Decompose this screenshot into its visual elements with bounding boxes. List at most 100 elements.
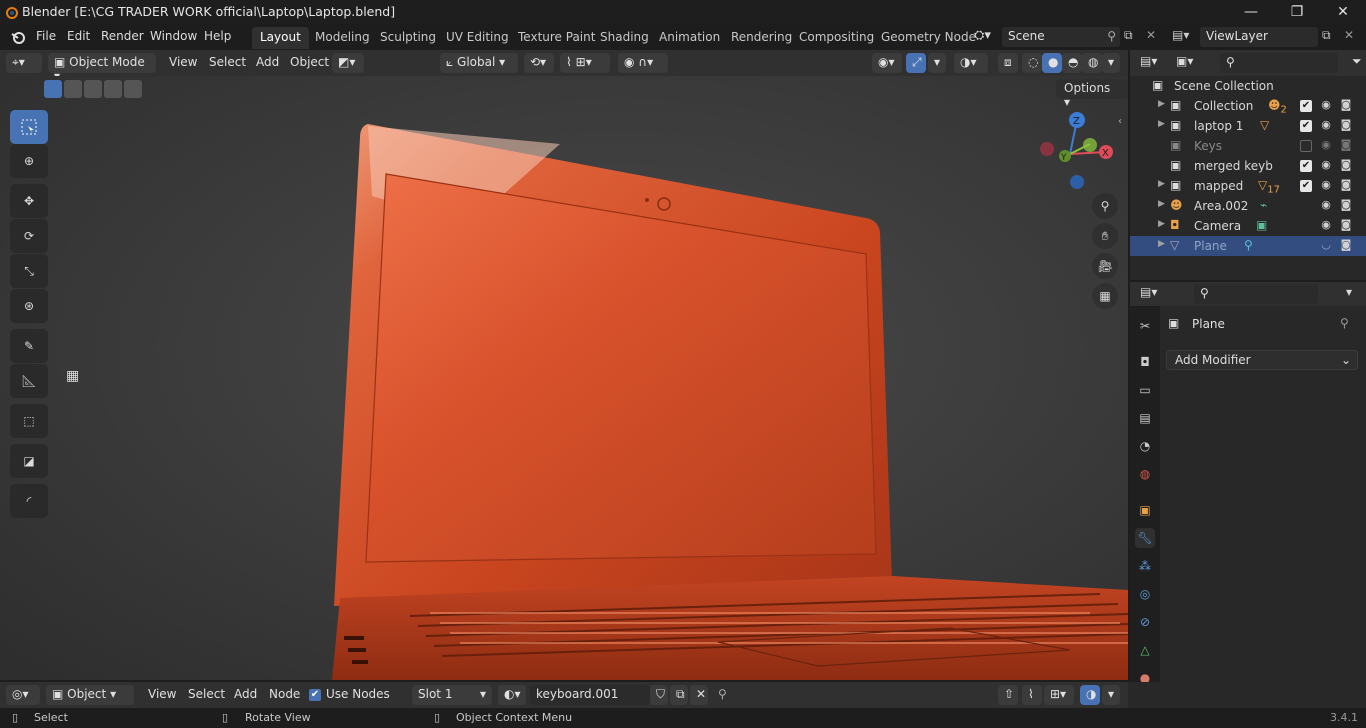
material-browse-icon[interactable]: ◐▾: [498, 685, 526, 705]
expand-arrow-icon[interactable]: ▶: [1158, 99, 1165, 109]
new-scene-icon[interactable]: ⧉: [1124, 28, 1133, 43]
select-extend-icon[interactable]: [64, 80, 82, 98]
fake-user-icon[interactable]: ⛉: [650, 685, 668, 705]
object-tab-icon[interactable]: ▣: [1135, 500, 1155, 520]
menu-render[interactable]: Render: [101, 29, 144, 43]
gizmo-dropdown-icon[interactable]: ▾: [928, 53, 946, 73]
render-camera-icon[interactable]: ◙: [1338, 238, 1354, 254]
pan-hand-icon[interactable]: ✋︎: [1092, 223, 1118, 249]
shader-editor-type-icon[interactable]: ◎▾: [6, 685, 40, 705]
viewport-menu-object[interactable]: Object: [290, 55, 329, 69]
perspective-grid-icon[interactable]: ▦: [1092, 283, 1118, 309]
eye-icon[interactable]: ◉: [1318, 198, 1334, 214]
outliner-row-laptop[interactable]: ▶ ▣ laptop 1 ▽ ✔ ◉ ◙: [1130, 116, 1366, 136]
navigation-gizmo[interactable]: Z X Y: [1032, 108, 1120, 194]
parent-node-icon[interactable]: ⇧: [998, 685, 1018, 705]
eye-icon[interactable]: ◉: [1318, 138, 1334, 154]
render-camera-icon[interactable]: ◙: [1338, 98, 1354, 114]
shader-menu-select[interactable]: Select: [188, 687, 225, 701]
snap-node-icon[interactable]: ⌇: [1022, 685, 1042, 705]
expand-arrow-icon[interactable]: ▶: [1158, 199, 1165, 209]
outliner-row-keys[interactable]: ▣ Keys ◉ ◙: [1130, 136, 1366, 156]
select-new-icon[interactable]: [44, 80, 62, 98]
curve-tool[interactable]: ◜: [10, 484, 48, 518]
pin-icon[interactable]: ⚲: [1340, 316, 1349, 330]
outliner-row-mapped[interactable]: ▶ ▣ mapped ▽17 ✔ ◉ ◙: [1130, 176, 1366, 196]
render-camera-icon[interactable]: ◙: [1338, 218, 1354, 234]
proportional-edit-icon[interactable]: ◉ ∩▾: [618, 53, 668, 73]
tab-animation[interactable]: Animation: [651, 27, 728, 49]
tab-layout[interactable]: Layout: [252, 27, 309, 49]
outliner-row-camera[interactable]: ▶ ◘ Camera ▣ ◉ ◙: [1130, 216, 1366, 236]
viewport-menu-select[interactable]: Select: [209, 55, 246, 69]
transform-tool[interactable]: ⊛: [10, 289, 48, 323]
physics-tab-icon[interactable]: ◎: [1135, 584, 1155, 604]
scene-tab-icon[interactable]: ◔: [1135, 436, 1155, 456]
render-camera-icon[interactable]: ◙: [1338, 138, 1354, 154]
menu-file[interactable]: File: [36, 29, 56, 43]
transform-pivot-icon[interactable]: ◩▾: [332, 53, 364, 73]
material-shading-icon[interactable]: ◓: [1062, 53, 1082, 73]
outliner-row-merged-keyb[interactable]: ▣ merged keyb ✔ ◉ ◙: [1130, 156, 1366, 176]
zoom-icon[interactable]: ⚲: [1092, 193, 1118, 219]
expand-arrow-icon[interactable]: ▶: [1158, 219, 1165, 229]
pin-icon[interactable]: ⚲: [1107, 29, 1116, 43]
select-intersect-icon[interactable]: [124, 80, 142, 98]
shader-menu-node[interactable]: Node: [269, 687, 300, 701]
rendered-shading-icon[interactable]: ◍: [1082, 53, 1102, 73]
options-button[interactable]: Options ▾: [1056, 79, 1128, 109]
add-cube-tool[interactable]: ⬚: [10, 404, 48, 438]
tool-tab-icon[interactable]: ✂: [1135, 316, 1155, 336]
exclude-checkbox[interactable]: ✔: [1300, 100, 1312, 112]
shader-type-dropdown[interactable]: ▣ Object ▾: [46, 685, 134, 705]
outliner-row-scene-collection[interactable]: ▣ Scene Collection: [1130, 76, 1366, 96]
exclude-checkbox[interactable]: ✔: [1300, 120, 1312, 132]
outliner-row-collection[interactable]: ▶ ▣ Collection ☻2 ✔ ◉ ◙: [1130, 96, 1366, 116]
rotate-tool[interactable]: ⟳: [10, 219, 48, 253]
orientation-dropdown[interactable]: ⟀ Global ▾: [440, 53, 518, 73]
viewport-menu-add[interactable]: Add: [256, 55, 279, 69]
expand-arrow-icon[interactable]: ▶: [1158, 179, 1165, 189]
3d-viewport[interactable]: ⊕ ✥ ⟳ ⤡ ⊛ ✎ 📐︎ ⬚ ◪ ◜ ▦ Options ▾ ‹ Z X Y…: [0, 76, 1128, 680]
eye-icon[interactable]: ◉: [1318, 178, 1334, 194]
remove-view-layer-icon[interactable]: ✕: [1344, 28, 1354, 42]
use-nodes-checkbox[interactable]: ✔: [309, 689, 321, 701]
scene-selector-icon[interactable]: ⛭▾: [974, 28, 991, 43]
editor-type-button[interactable]: ⌖▾: [6, 53, 42, 73]
scene-field[interactable]: Scene ⚲: [1002, 27, 1120, 47]
display-mode-icon[interactable]: ▣▾: [1176, 54, 1193, 68]
camera-view-icon[interactable]: 🎥︎: [1092, 253, 1118, 279]
node-overlay-icon[interactable]: ◑: [1080, 685, 1100, 705]
scale-tool[interactable]: ⤡: [10, 254, 48, 288]
eye-icon[interactable]: ◉: [1318, 218, 1334, 234]
blender-menu-icon[interactable]: [10, 29, 26, 45]
tab-geometry-nodes[interactable]: Geometry Node: [873, 27, 984, 49]
outliner-editor-icon[interactable]: ▤▾: [1140, 54, 1157, 68]
snap-icon[interactable]: ⌇ ⊞▾: [560, 53, 610, 73]
measure-tool[interactable]: 📐︎: [10, 364, 48, 398]
select-subtract-icon[interactable]: [84, 80, 102, 98]
view-layer-selector-icon[interactable]: ▤▾: [1172, 28, 1189, 42]
annotate-tool[interactable]: ✎: [10, 329, 48, 363]
new-view-layer-icon[interactable]: ⧉: [1322, 28, 1331, 43]
particles-tab-icon[interactable]: ⁂: [1135, 556, 1155, 576]
duplicate-material-icon[interactable]: ⧉: [670, 685, 688, 705]
maximize-button[interactable]: ❐: [1274, 0, 1320, 24]
tab-shading[interactable]: Shading: [592, 27, 657, 49]
exclude-checkbox[interactable]: [1300, 140, 1312, 152]
xray-icon[interactable]: ⧈: [998, 53, 1018, 73]
tab-compositing[interactable]: Compositing: [791, 27, 882, 49]
viewport-menu-view[interactable]: View: [169, 55, 197, 69]
pivot-point-icon[interactable]: ⟲▾: [524, 53, 554, 73]
render-camera-icon[interactable]: ◙: [1338, 198, 1354, 214]
render-tab-icon[interactable]: ◘: [1135, 352, 1155, 372]
render-camera-icon[interactable]: ◙: [1338, 158, 1354, 174]
close-button[interactable]: ✕: [1320, 0, 1366, 24]
expand-arrow-icon[interactable]: ▶: [1158, 119, 1165, 129]
add-modifier-dropdown[interactable]: Add Modifier ⌄: [1166, 350, 1358, 370]
outliner-row-plane[interactable]: ▶ ▽ Plane ⚲ ◡ ◙: [1130, 236, 1366, 256]
properties-editor-icon[interactable]: ▤▾: [1140, 285, 1157, 299]
tab-sculpting[interactable]: Sculpting: [372, 27, 444, 49]
outliner-row-area[interactable]: ▶ ☻ Area.002 ⌁ ◉ ◙: [1130, 196, 1366, 216]
checker-icon[interactable]: ▦: [66, 368, 79, 384]
